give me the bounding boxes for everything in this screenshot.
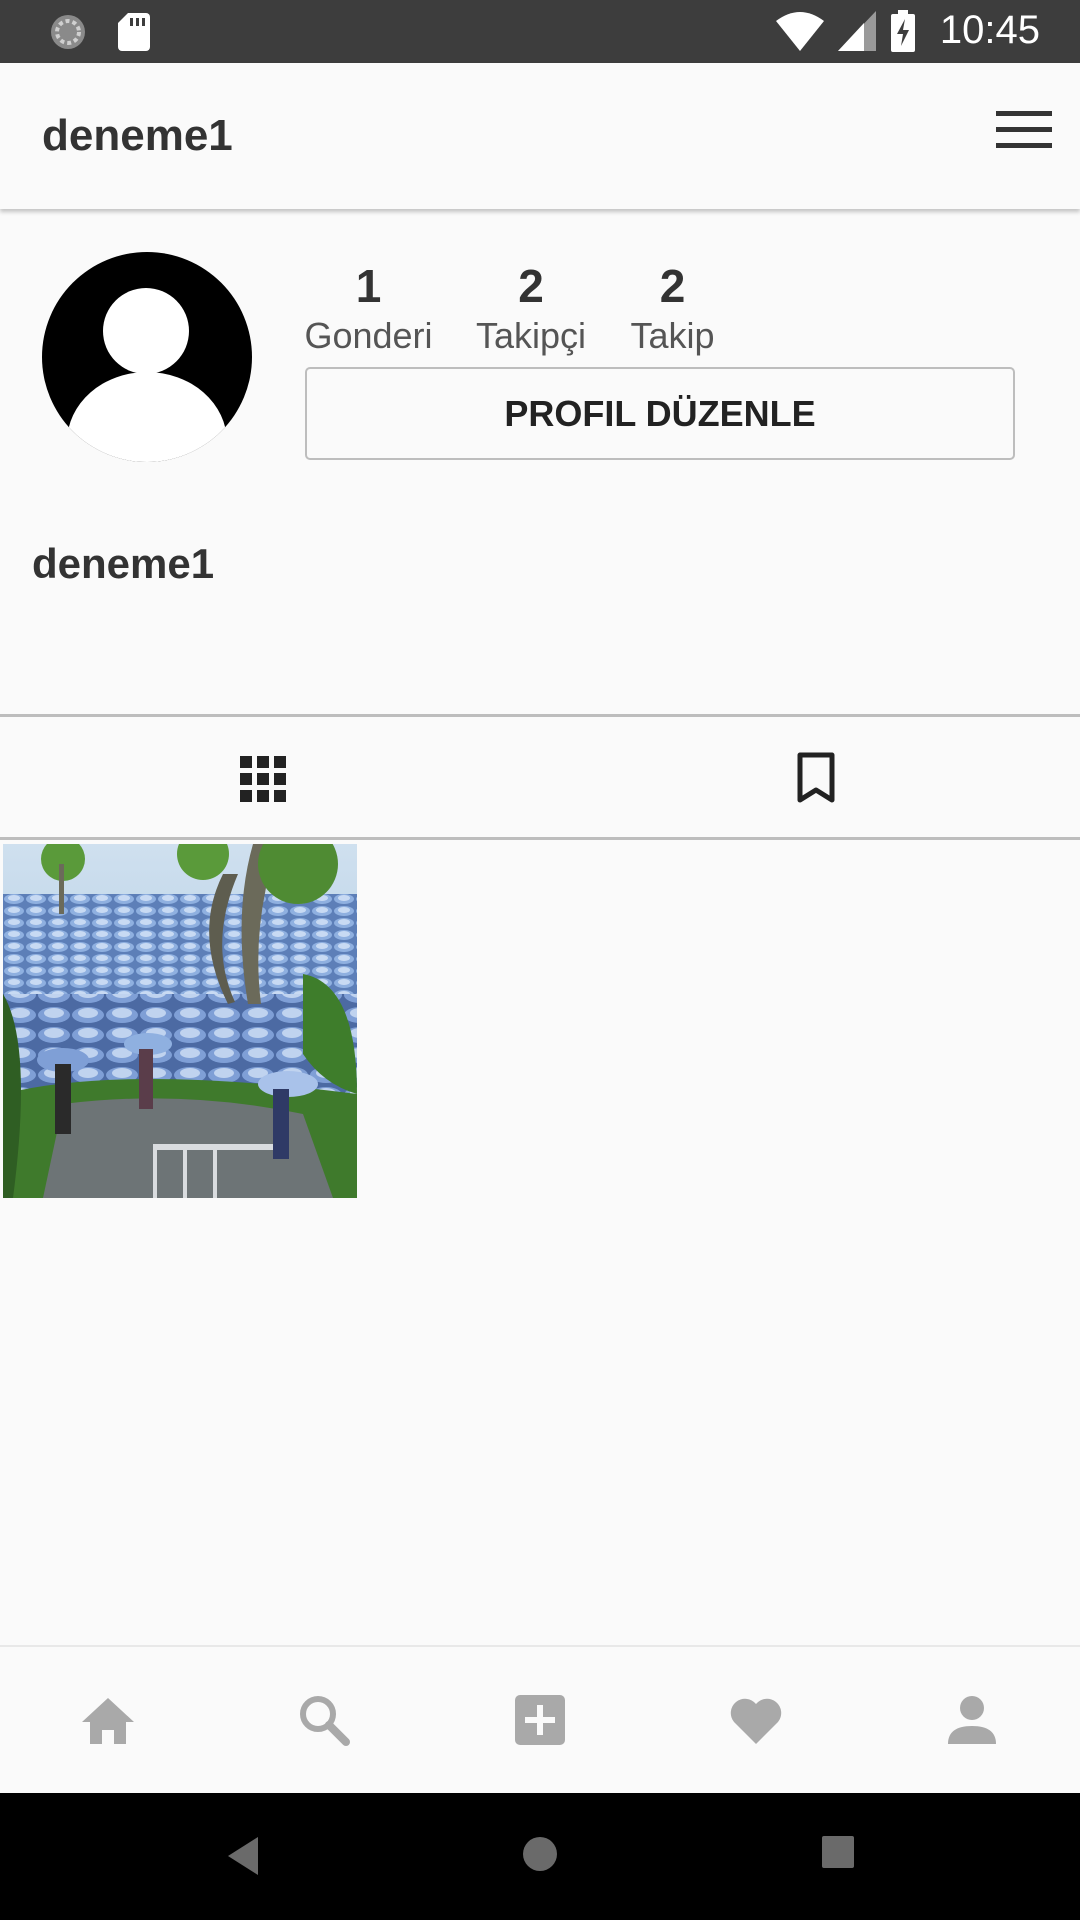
default-avatar-icon[interactable] (42, 252, 252, 462)
tabs-top-divider (0, 714, 1080, 717)
hamburger-menu-icon[interactable] (996, 111, 1052, 151)
status-time: 10:45 (939, 8, 1040, 52)
edit-profile-button[interactable]: PROFIL DÜZENLE (305, 367, 1015, 460)
post-thumbnail[interactable] (3, 844, 357, 1198)
following-count: 2 (659, 260, 686, 312)
home-circle-icon[interactable] (521, 1835, 559, 1873)
profile-screen: 10:45 deneme1 1 Gonderi 2 Takipçi 2 Taki… (0, 0, 1080, 1920)
person-icon[interactable] (944, 1692, 1000, 1748)
recents-icon[interactable] (821, 1835, 855, 1869)
posts-stat[interactable]: 1 Gonderi (296, 258, 441, 358)
top-app-bar: deneme1 (0, 63, 1080, 209)
following-stat[interactable]: 2 Takip (620, 258, 725, 358)
battery-charging-icon (890, 9, 915, 52)
following-label: Takip (630, 315, 715, 356)
followers-count: 2 (518, 260, 544, 312)
wifi-icon (775, 11, 824, 51)
umbrella-painting-image (3, 844, 357, 1198)
back-icon[interactable] (224, 1835, 260, 1877)
posts-label: Gonderi (304, 315, 433, 356)
system-navigation-bar (0, 1793, 1080, 1920)
home-icon[interactable] (80, 1692, 136, 1748)
posts-count: 1 (355, 260, 382, 312)
status-bar: 10:45 (0, 0, 1080, 63)
followers-stat[interactable]: 2 Takipçi (466, 258, 596, 358)
heart-icon[interactable] (728, 1692, 784, 1748)
bottom-navigation (0, 1645, 1080, 1795)
followers-label: Takipçi (475, 315, 587, 356)
sync-icon (51, 15, 85, 49)
signal-icon (837, 10, 876, 51)
sd-card-icon (118, 13, 150, 51)
profile-display-name: deneme1 (32, 540, 215, 587)
search-icon[interactable] (296, 1692, 352, 1748)
toolbar-username: deneme1 (42, 111, 233, 160)
grid-icon[interactable] (240, 756, 286, 802)
bookmark-icon[interactable] (796, 752, 836, 804)
add-box-icon[interactable] (512, 1692, 568, 1748)
tabs-bottom-divider (0, 837, 1080, 840)
